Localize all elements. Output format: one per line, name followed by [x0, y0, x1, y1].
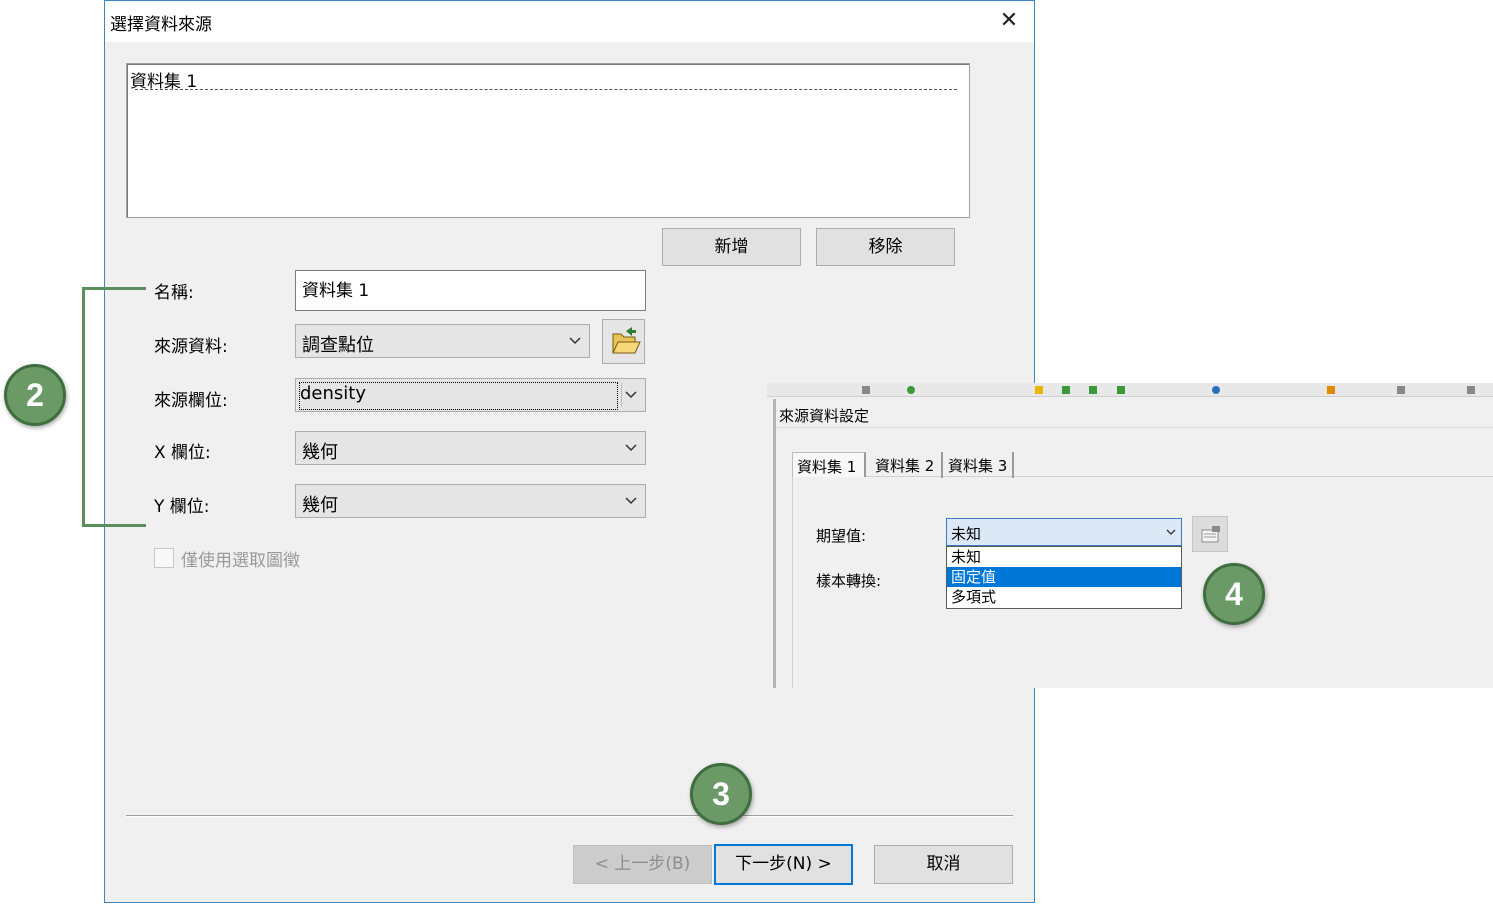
toolbar-icon [907, 386, 915, 394]
sample-transform-label: 樣本轉換: [816, 572, 882, 590]
x-field-label: X 欄位: [154, 443, 211, 463]
source-data-select[interactable]: 調查點位 [295, 324, 590, 358]
use-selected-features-label: 僅使用選取圖徵 [181, 551, 300, 571]
y-field-label: Y 欄位: [154, 497, 210, 517]
back-button[interactable]: < 上一步(B) [573, 845, 712, 884]
footer-divider [126, 815, 1013, 817]
settings-icon [1201, 526, 1220, 543]
tab-dataset-1[interactable]: 資料集 1 [792, 452, 866, 477]
panel-title: 來源資料設定 [779, 407, 870, 425]
chevron-down-icon [625, 391, 637, 399]
chevron-down-icon [569, 337, 581, 345]
toolbar-icon [862, 386, 870, 394]
remove-button[interactable]: 移除 [816, 228, 955, 266]
source-field-select[interactable]: density [295, 378, 646, 412]
toolbar-icon [1467, 386, 1475, 394]
toolbar-icon [1397, 386, 1405, 394]
source-field-value: density [300, 383, 366, 404]
folder-open-icon [612, 327, 641, 354]
focus-divider [135, 89, 957, 90]
title-bar: 選擇資料來源 ✕ [105, 1, 1034, 42]
y-field-select[interactable]: 幾何 [295, 484, 646, 518]
open-folder-button[interactable] [602, 319, 645, 364]
settings-button[interactable] [1192, 516, 1228, 552]
panel-edge [773, 399, 776, 688]
expected-value-dropdown: 未知 固定值 多項式 [946, 546, 1182, 609]
chevron-down-icon [625, 497, 637, 505]
name-input[interactable]: 資料集 1 [295, 270, 646, 311]
close-icon[interactable]: ✕ [990, 5, 1028, 37]
toolbar-icon [1035, 386, 1043, 394]
source-data-settings-panel: 來源資料設定 資料集 1 資料集 2 資料集 3 期望值: 樣本轉換: 未知 未… [767, 383, 1493, 688]
option-fixed-value[interactable]: 固定值 [947, 567, 1181, 587]
expected-value-select[interactable]: 未知 [946, 518, 1182, 546]
use-selected-features-checkbox[interactable] [154, 548, 174, 568]
dialog-title: 選擇資料來源 [110, 15, 212, 35]
callout-3: 3 [690, 763, 752, 825]
callout-4: 4 [1203, 563, 1265, 625]
option-polynomial[interactable]: 多項式 [947, 587, 1181, 607]
toolbar-icon [1117, 386, 1125, 394]
tab-dataset-2[interactable]: 資料集 2 [871, 452, 943, 478]
toolbar-strip [767, 383, 1493, 397]
tab-dataset-3[interactable]: 資料集 3 [944, 452, 1014, 478]
x-field-value: 幾何 [302, 442, 338, 463]
toolbar-icon [1327, 386, 1335, 394]
cancel-button[interactable]: 取消 [874, 845, 1013, 884]
chevron-down-icon [1166, 529, 1176, 535]
toolbar-icon [1062, 386, 1070, 394]
expected-value-label: 期望值: [816, 527, 867, 545]
title-divider [777, 427, 1493, 428]
field-group-bracket [82, 287, 146, 527]
next-button[interactable]: 下一步(N) > [714, 844, 853, 885]
y-field-value: 幾何 [302, 495, 338, 516]
add-button[interactable]: 新增 [662, 228, 801, 266]
option-unknown[interactable]: 未知 [947, 547, 1181, 567]
source-data-value: 調查點位 [302, 335, 374, 356]
source-data-label: 來源資料: [154, 337, 228, 357]
toolbar-icon [1089, 386, 1097, 394]
name-label: 名稱: [154, 283, 194, 303]
source-field-label: 來源欄位: [154, 391, 228, 411]
expected-value-current: 未知 [951, 525, 982, 543]
toolbar-icon [1212, 386, 1220, 394]
dataset-list[interactable]: 資料集 1 [126, 63, 970, 218]
chevron-down-icon [625, 444, 637, 452]
x-field-select[interactable]: 幾何 [295, 431, 646, 465]
callout-2: 2 [4, 364, 66, 426]
